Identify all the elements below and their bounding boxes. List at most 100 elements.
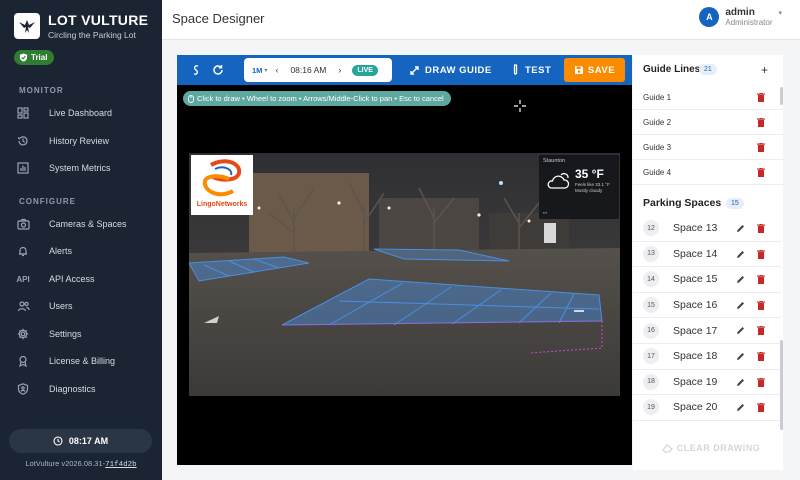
version-hash-link[interactable]: 71f4d2b (105, 461, 137, 469)
space-name: Space 16 (673, 299, 718, 312)
draw-guide-button[interactable]: DRAW GUIDE (409, 55, 492, 85)
cloud-sun-icon (547, 173, 570, 189)
space-row[interactable]: 16 Space 17 (633, 318, 781, 344)
chevron-down-icon: ▾ (778, 10, 782, 17)
section-monitor: MONITOR (19, 86, 64, 95)
delete-trash-icon[interactable] (757, 352, 765, 361)
user-menu[interactable]: A admin Administrator ▾ (699, 7, 782, 27)
nav-live-dashboard[interactable]: Live Dashboard (0, 101, 162, 125)
guide-label: Guide 1 (643, 92, 672, 102)
section-configure: CONFIGURE (19, 197, 76, 206)
edit-pencil-icon[interactable] (736, 352, 745, 361)
nav-label: Alerts (49, 246, 73, 256)
delete-trash-icon[interactable] (757, 300, 765, 310)
weather-temp: 35 °F (575, 167, 604, 181)
prev-time-button[interactable]: ‹ (275, 65, 278, 75)
space-row[interactable]: 19 Space 20 (633, 395, 781, 421)
drawing-canvas[interactable]: Click to draw • Wheel to zoom • Arrows/M… (177, 85, 632, 465)
space-index: 14 (643, 271, 659, 288)
edit-pencil-icon[interactable] (736, 378, 745, 387)
refresh-button[interactable] (212, 55, 224, 85)
live-badge[interactable]: LIVE (352, 64, 378, 76)
nav-api-access[interactable]: API API Access (0, 267, 162, 291)
delete-trash-icon[interactable] (757, 403, 765, 413)
clear-drawing-button[interactable]: CLEAR DRAWING (647, 437, 775, 459)
nav-system-metrics[interactable]: System Metrics (0, 156, 162, 180)
delete-trash-icon[interactable] (757, 326, 765, 336)
edit-pencil-icon[interactable] (736, 224, 745, 233)
nav-label: Cameras & Spaces (49, 219, 127, 229)
nav-label: System Metrics (49, 163, 111, 173)
brand[interactable]: LOT VULTURE Circling the Parking Lot (14, 12, 148, 40)
test-button[interactable]: TEST (511, 55, 551, 85)
clock-pill: 08:17 AM (9, 429, 152, 453)
delete-trash-icon[interactable] (757, 93, 765, 102)
nav-settings[interactable]: Settings (0, 322, 162, 346)
space-row[interactable]: 17 Space 18 (633, 344, 781, 370)
spaces-scrollbar[interactable] (780, 340, 783, 430)
gear-icon (16, 327, 30, 341)
space-row[interactable]: 18 Space 19 (633, 370, 781, 396)
edit-pencil-icon[interactable] (736, 301, 745, 310)
app-subtitle: Circling the Parking Lot (48, 30, 136, 40)
nav-alerts[interactable]: Alerts (0, 239, 162, 263)
clock-icon (53, 436, 63, 446)
edit-pencil-icon[interactable] (736, 403, 745, 412)
nav-cameras-spaces[interactable]: Cameras & Spaces (0, 212, 162, 236)
delete-trash-icon[interactable] (757, 377, 765, 387)
nav-diagnostics[interactable]: Diagnostics (0, 377, 162, 401)
lingonetworks-logo: LingoNetworks (191, 155, 253, 215)
nav-users[interactable]: Users (0, 294, 162, 318)
nav-label: Live Dashboard (49, 108, 113, 118)
guide-label: Guide 4 (643, 167, 672, 177)
trial-badge: Trial (14, 50, 55, 65)
space-row[interactable]: 13 Space 14 (633, 242, 781, 268)
edit-pencil-icon[interactable] (736, 250, 745, 259)
version-text: LotVulture v2026.08.31-71f4d2b (0, 459, 162, 469)
nav-license-billing[interactable]: License & Billing (0, 349, 162, 373)
hint-text: Click to draw • Wheel to zoom • Arrows/M… (197, 94, 444, 103)
shield-icon (16, 382, 30, 396)
clear-drawing-label: CLEAR DRAWING (676, 443, 761, 453)
guide-row[interactable]: Guide 1 (633, 85, 783, 110)
right-panel: Guide Lines 21 + Guide 1 Guide 2 Guide 3… (633, 55, 783, 470)
delete-trash-icon[interactable] (757, 224, 765, 233)
time-span-select[interactable]: 1M (252, 66, 262, 75)
trial-badge-label: Trial (31, 53, 48, 62)
guide-row[interactable]: Guide 2 (633, 110, 783, 135)
nav-label: History Review (49, 136, 110, 146)
camera-frame[interactable]: LingoNetworks Staunton 35 °F Feels like … (189, 153, 620, 396)
space-index: 12 (643, 220, 659, 237)
test-tube-icon (513, 64, 518, 75)
delete-trash-icon[interactable] (757, 168, 765, 177)
guide-row[interactable]: Guide 4 (633, 160, 783, 185)
save-button[interactable]: SAVE (564, 58, 625, 82)
space-row[interactable]: 15 Space 16 (633, 293, 781, 319)
edit-pencil-icon[interactable] (736, 326, 745, 335)
draw-guide-label: DRAW GUIDE (425, 64, 492, 76)
delete-trash-icon[interactable] (757, 249, 765, 259)
guides-scrollbar[interactable] (780, 87, 783, 105)
bell-icon (16, 244, 30, 258)
user-name: admin (725, 7, 755, 18)
next-time-button[interactable]: › (338, 65, 341, 75)
space-row[interactable]: 14 Space 15 (633, 267, 781, 293)
delete-trash-icon[interactable] (757, 275, 765, 285)
space-row[interactable]: 12 Space 13 (633, 216, 781, 242)
delete-trash-icon[interactable] (757, 118, 765, 127)
users-icon (16, 299, 30, 313)
nav-history-review[interactable]: History Review (0, 129, 162, 153)
guide-row[interactable]: Guide 3 (633, 135, 783, 160)
api-icon: API (16, 274, 30, 284)
page-title: Space Designer (172, 11, 265, 26)
watermark-text: LingoNetworks (196, 201, 248, 208)
time-display: 08:16 AM (290, 65, 327, 75)
add-guide-button[interactable]: + (761, 63, 768, 77)
refresh-icon (213, 65, 223, 75)
snapshot-button[interactable] (193, 55, 199, 85)
space-index: 13 (643, 245, 659, 262)
guide-label: Guide 3 (643, 142, 672, 152)
space-name: Space 15 (673, 273, 718, 286)
edit-pencil-icon[interactable] (736, 275, 745, 284)
delete-trash-icon[interactable] (757, 143, 765, 152)
